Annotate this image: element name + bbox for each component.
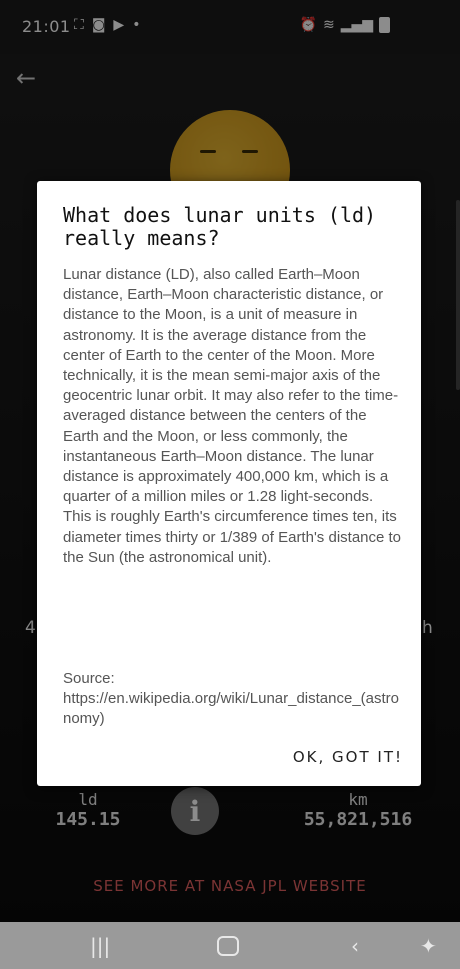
- lunar-units-dialog: What does lunar units (ld) really means?…: [37, 181, 421, 786]
- home-icon[interactable]: [217, 936, 239, 956]
- accessibility-icon[interactable]: ✦: [420, 934, 437, 958]
- source-label: Source:: [63, 670, 115, 687]
- dialog-source: Source: https://en.wikipedia.org/wiki/Lu…: [63, 669, 403, 730]
- dialog-title: What does lunar units (ld) really means?: [63, 203, 377, 250]
- source-url: https://en.wikipedia.org/wiki/Lunar_dist…: [63, 690, 400, 728]
- system-nav-bar: ||| ‹ ✦: [0, 922, 460, 969]
- back-icon[interactable]: ‹: [351, 934, 359, 958]
- ok-got-it-button[interactable]: OK, GOT IT!: [293, 748, 403, 766]
- dialog-body: Lunar distance (LD), also called Earth–M…: [63, 266, 406, 566]
- recent-apps-icon[interactable]: |||: [90, 934, 110, 958]
